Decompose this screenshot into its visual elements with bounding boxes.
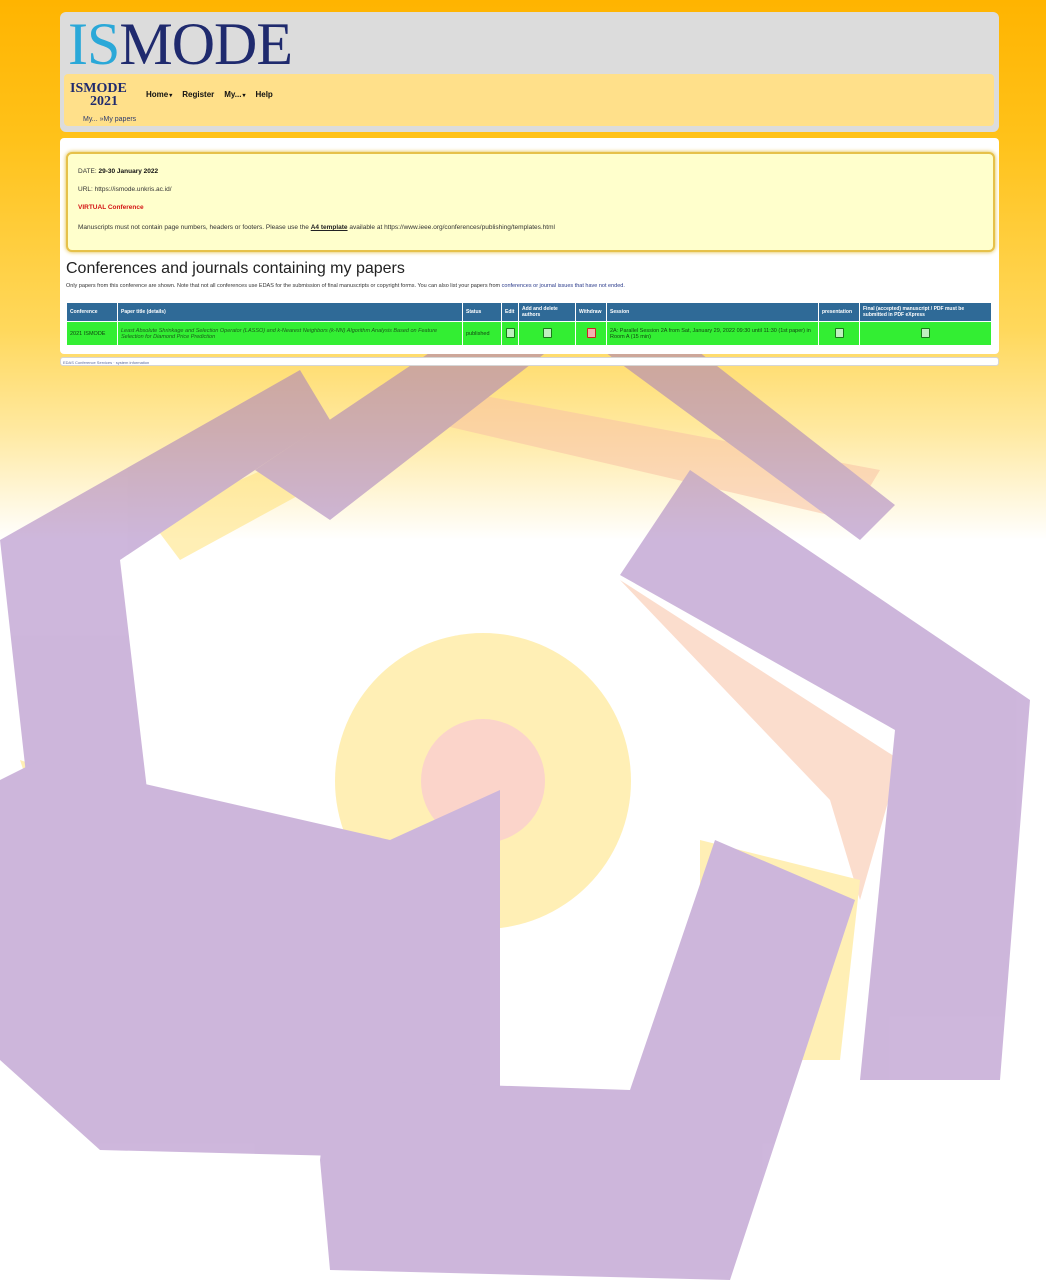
url-line[interactable]: URL: https://ismode.unkris.ac.id/ xyxy=(78,186,172,193)
footer-bar: EDAS Conference Services · system inform… xyxy=(60,357,999,366)
breadcrumb[interactable]: My... »My papers xyxy=(83,116,136,123)
date-line: DATE: 29-30 January 2022 xyxy=(78,168,158,175)
col-withdraw: Withdraw xyxy=(575,302,607,322)
ismode-2021-logo[interactable]: ISMODE 2021 xyxy=(70,82,130,109)
manuscript-icon-glyph xyxy=(921,327,930,338)
cell-status: published xyxy=(462,321,502,346)
cell-session[interactable]: 2A: Parallel Session 2A from Sat, Januar… xyxy=(606,321,819,346)
section-desc-text: Only papers from this conference are sho… xyxy=(66,283,501,289)
logo-text-is: IS xyxy=(68,11,120,77)
cell-conference[interactable]: 2021 ISMODE xyxy=(66,321,118,346)
authors-icon-glyph xyxy=(542,327,552,338)
date-label: DATE: xyxy=(78,168,97,175)
col-session[interactable]: Session xyxy=(606,302,819,322)
edit-icon[interactable] xyxy=(501,321,519,346)
manuscript-note: Manuscripts must not contain page number… xyxy=(78,224,555,231)
small-logo-year: 2021 xyxy=(90,94,118,109)
edit-icon-glyph xyxy=(505,327,515,338)
conference-notice: DATE: 29-30 January 2022 URL: https://is… xyxy=(66,152,995,252)
col-authors: Add and delete authors xyxy=(518,302,576,322)
main-content: DATE: 29-30 January 2022 URL: https://is… xyxy=(60,138,999,354)
nav-register[interactable]: Register xyxy=(182,90,214,99)
chevron-down-icon: ▾ xyxy=(169,93,173,99)
presentation-upload-icon[interactable] xyxy=(818,321,860,346)
unended-conferences-link[interactable]: conferences or journal issues that have … xyxy=(502,283,625,289)
withdraw-icon-glyph xyxy=(586,327,596,338)
nav-menu: Home▾ Register My...▾ Help xyxy=(146,90,273,99)
ismode-logo[interactable]: ISMODE xyxy=(68,11,293,77)
template-link[interactable]: A4 template xyxy=(311,224,348,231)
nav-home[interactable]: Home▾ xyxy=(146,90,172,99)
presentation-icon-glyph xyxy=(834,327,844,338)
add-authors-icon[interactable] xyxy=(518,321,576,346)
col-status[interactable]: Status xyxy=(462,302,502,322)
col-presentation: presentation xyxy=(818,302,860,322)
logo-text-mode: MODE xyxy=(119,11,293,77)
nav-help-label: Help xyxy=(255,90,273,99)
cell-paper-title[interactable]: Least Absolute Shrinkage and Selection O… xyxy=(117,321,463,346)
chevron-down-icon: ▾ xyxy=(242,93,246,99)
nav-home-label: Home xyxy=(146,90,169,99)
col-conference[interactable]: Conference xyxy=(66,302,118,322)
section-description: Only papers from this conference are sho… xyxy=(66,283,625,289)
navbar: ISMODE 2021 Home▾ Register My...▾ Help xyxy=(64,74,994,126)
date-value: 29-30 January 2022 xyxy=(98,168,159,175)
col-paper-title[interactable]: Paper title (details) xyxy=(117,302,463,322)
available-text: available at https://www.ieee.org/confer… xyxy=(349,224,555,231)
col-edit: Edit xyxy=(501,302,519,322)
virtual-conference-label: VIRTUAL Conference xyxy=(78,204,144,211)
page-title: Conferences and journals containing my p… xyxy=(66,260,405,277)
table-row: 2021 ISMODE Least Absolute Shrinkage and… xyxy=(66,321,992,346)
final-manuscript-upload-icon[interactable] xyxy=(859,321,992,346)
withdraw-icon[interactable] xyxy=(575,321,607,346)
manuscript-text: Manuscripts must not contain page number… xyxy=(78,224,309,231)
nav-register-label: Register xyxy=(182,90,215,99)
nav-help[interactable]: Help xyxy=(255,90,272,99)
col-final-manuscript: Final (accepted) manuscript / PDF must b… xyxy=(859,302,992,322)
table-header-row: Conference Paper title (details) Status … xyxy=(66,302,992,322)
nav-my-label: My... xyxy=(224,90,242,99)
nav-my[interactable]: My...▾ xyxy=(224,90,245,99)
site-header: ISMODE ISMODE 2021 Home▾ Register My...▾… xyxy=(60,12,999,132)
papers-table: Conference Paper title (details) Status … xyxy=(66,302,992,346)
